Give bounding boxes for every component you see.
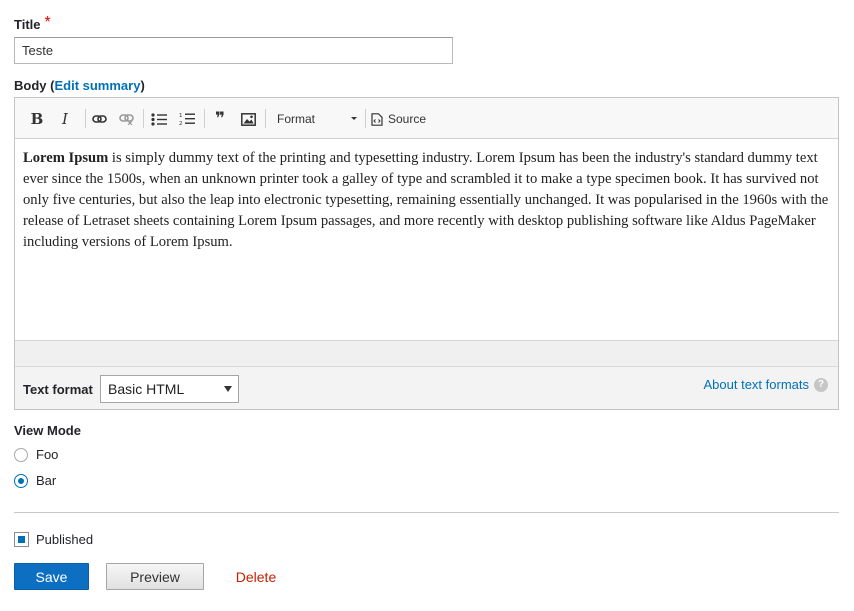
preview-button[interactable]: Preview (106, 563, 204, 590)
editor-paragraph-text: is simply dummy text of the printing and… (23, 150, 829, 250)
unlink-icon (118, 114, 134, 125)
text-format-selected: Basic HTML (108, 381, 185, 397)
image-button[interactable] (238, 108, 258, 130)
toolbar-separator (85, 109, 86, 128)
image-icon (240, 112, 256, 126)
published-checkbox-row[interactable]: Published (14, 532, 93, 547)
italic-icon: I (62, 110, 68, 128)
title-input[interactable]: Teste (14, 37, 453, 64)
radio-label-foo: Foo (36, 447, 59, 462)
source-button[interactable]: Source (371, 108, 433, 130)
unlink-button[interactable] (116, 108, 136, 130)
link-button[interactable] (89, 108, 109, 130)
numbered-list-button[interactable]: 1 2 (177, 108, 197, 130)
bold-icon: B (30, 110, 44, 128)
text-format-label: Text format (23, 382, 93, 397)
blockquote-button[interactable]: ❞ (210, 108, 230, 130)
bulleted-list-button[interactable] (149, 108, 169, 130)
text-format-row: Text format Basic HTML About text format… (15, 367, 838, 409)
radio-option-bar[interactable]: Bar (14, 473, 56, 488)
required-marker: * (44, 14, 51, 31)
delete-link[interactable]: Delete (226, 563, 286, 590)
svg-text:2: 2 (179, 121, 183, 126)
toolbar-separator (365, 109, 366, 128)
radio-button[interactable] (14, 447, 28, 462)
blockquote-icon: ❞ (215, 108, 225, 129)
body-label-text: Body (14, 78, 47, 93)
radio-button-checked[interactable] (14, 473, 28, 488)
title-label-text: Title (14, 17, 41, 32)
about-text-formats: About text formats ? (704, 377, 828, 392)
editor-content-area[interactable]: Lorem Ipsum is simply dummy text of the … (15, 139, 838, 341)
body-editor: B I 1 2 ❞ Format Source Lorem Ipsum is s… (14, 97, 839, 410)
source-label: Source (388, 112, 427, 126)
bulleted-list-icon (151, 112, 167, 126)
italic-button[interactable]: I (55, 108, 75, 130)
radio-option-foo[interactable]: Foo (14, 447, 58, 462)
section-divider (14, 512, 839, 513)
editor-statusbar (15, 341, 838, 367)
text-format-select[interactable]: Basic HTML (100, 375, 239, 403)
svg-text:1: 1 (179, 113, 183, 119)
save-button[interactable]: Save (14, 563, 89, 590)
published-checkbox[interactable] (14, 532, 29, 547)
toolbar-separator (204, 109, 205, 128)
radio-label-bar: Bar (36, 473, 57, 488)
editor-toolbar: B I 1 2 ❞ Format Source (15, 98, 838, 139)
format-dropdown[interactable]: Format (271, 108, 359, 130)
edit-summary-link[interactable]: Edit summary (54, 78, 140, 93)
bold-button[interactable]: B (27, 108, 47, 130)
numbered-list-icon: 1 2 (179, 113, 195, 126)
view-mode-label: View Mode (14, 423, 81, 438)
body-label: Body (Edit summary) (14, 78, 145, 94)
about-text-formats-link[interactable]: About text formats (704, 377, 810, 392)
published-label: Published (36, 532, 94, 547)
toolbar-separator (143, 109, 144, 128)
chevron-down-icon (351, 117, 357, 120)
source-icon (371, 112, 383, 126)
title-label: Title * (14, 14, 51, 33)
format-dropdown-label: Format (277, 112, 316, 126)
body-paren-close: ) (140, 78, 145, 93)
editor-bold-text: Lorem Ipsum (23, 150, 109, 166)
dropdown-arrow-icon (224, 386, 232, 392)
toolbar-separator (265, 109, 266, 128)
link-icon (91, 115, 107, 123)
help-icon[interactable]: ? (814, 377, 828, 392)
